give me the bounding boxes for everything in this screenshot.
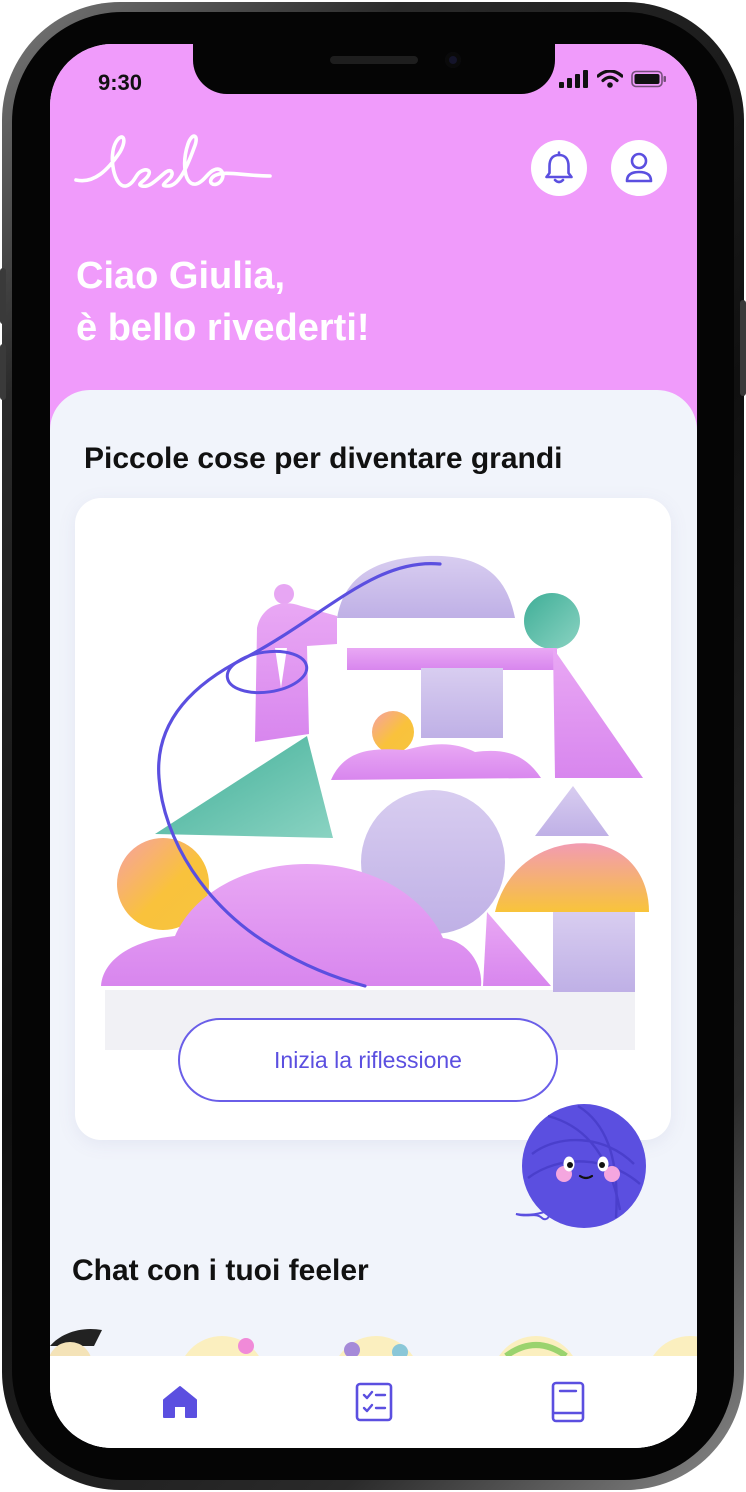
status-time: 9:30	[98, 70, 143, 95]
reflection-illustration	[101, 555, 649, 1050]
power-button	[740, 300, 746, 396]
reflection-card[interactable]: Inizia la riflessione	[75, 498, 671, 1140]
chat-title: Chat con i tuoi feeler	[72, 1254, 369, 1287]
volume-up-button	[0, 268, 6, 324]
signal-icon	[559, 70, 588, 88]
bell-icon	[545, 151, 573, 184]
nav-journal[interactable]	[546, 1380, 590, 1424]
home-icon	[163, 1386, 197, 1418]
checklist-icon	[355, 1382, 393, 1422]
profile-icon	[625, 152, 653, 183]
start-reflection-button[interactable]: Inizia la riflessione	[178, 1018, 558, 1102]
speaker	[330, 56, 418, 64]
reflection-title: Piccole cose per diventare grandi	[84, 442, 563, 475]
status-icons	[559, 70, 667, 88]
feelo-logo: feelo	[74, 130, 274, 204]
greeting-line-2: è bello rivederti!	[76, 307, 370, 349]
wifi-icon	[597, 70, 623, 88]
volume-down-button	[0, 344, 6, 400]
bottom-navigation	[50, 1356, 697, 1448]
yarn-mascot	[515, 1104, 646, 1228]
greeting-line-1: Ciao Giulia,	[76, 255, 286, 297]
notch	[193, 44, 555, 94]
notifications-button[interactable]	[531, 140, 587, 196]
nav-home[interactable]	[158, 1380, 202, 1424]
front-camera	[445, 52, 461, 68]
battery-icon	[631, 70, 666, 88]
profile-button[interactable]	[611, 140, 667, 196]
app-screen: 9:30 feelo	[50, 44, 697, 1448]
greeting: Ciao Giulia, è bello rivederti!	[76, 250, 370, 354]
nav-activities[interactable]	[352, 1380, 396, 1424]
book-icon	[551, 1381, 585, 1423]
